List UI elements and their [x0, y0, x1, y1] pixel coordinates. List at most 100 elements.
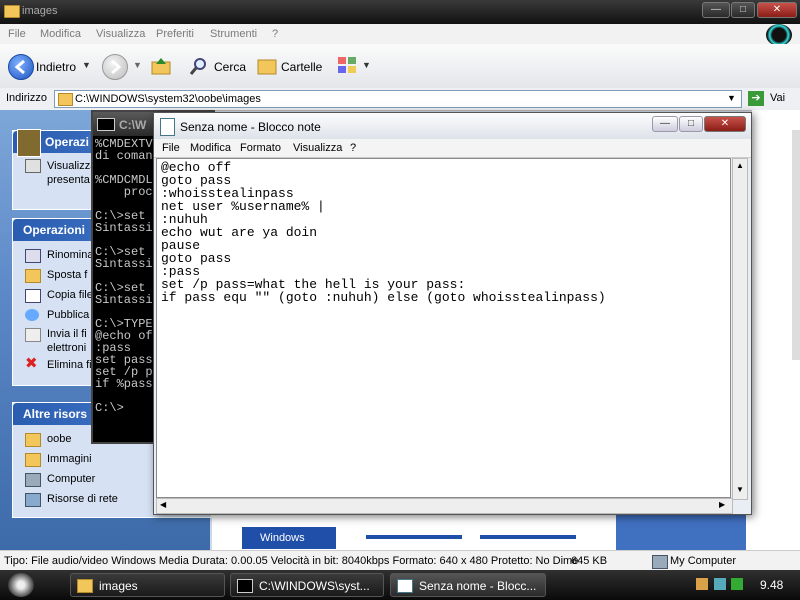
rename-icon [25, 249, 41, 263]
np-menu-formato[interactable]: Formato [240, 142, 281, 154]
address-value: C:\WINDOWS\system32\oobe\images [75, 93, 261, 105]
scrollbar[interactable] [792, 130, 800, 360]
close-button[interactable]: ✕ [757, 2, 797, 18]
copy-icon [25, 289, 41, 303]
envelope-icon [25, 328, 41, 342]
folders-icon[interactable] [256, 56, 278, 76]
folders-label[interactable]: Cartelle [281, 60, 322, 74]
folder-icon [25, 433, 41, 447]
network-icon [25, 493, 41, 507]
explorer-toolbar: Indietro ▼ ▼ Cerca Cartelle ▼ [0, 44, 800, 89]
np-menu-help[interactable]: ? [350, 142, 356, 154]
taskbar-item-cmd[interactable]: C:\WINDOWS\syst... [230, 573, 384, 597]
menu-preferiti[interactable]: Preferiti [156, 28, 194, 40]
address-input[interactable]: C:\WINDOWS\system32\oobe\images ▼ [54, 90, 742, 108]
menu-visualizza[interactable]: Visualizza [96, 28, 145, 40]
thumbnail-bar [366, 535, 462, 539]
tray-icon[interactable] [696, 578, 708, 590]
folder-icon [4, 5, 20, 18]
explorer-title: images [22, 5, 58, 17]
taskbar-item-images[interactable]: images [70, 573, 225, 597]
notepad-icon [160, 118, 175, 136]
explorer-titlebar: images — □ ✕ [0, 0, 800, 24]
go-arrow-icon[interactable]: ➔ [748, 91, 764, 106]
go-label[interactable]: Vai [770, 92, 785, 104]
windows-thumbnail[interactable]: Windows [242, 527, 336, 549]
cmd-icon [237, 579, 253, 593]
explorer-menubar: File Modifica Visualizza Preferiti Strum… [0, 24, 800, 45]
start-button[interactable] [8, 573, 34, 597]
search-label[interactable]: Cerca [214, 60, 246, 74]
np-menu-modifica[interactable]: Modifica [190, 142, 231, 154]
folder-icon [77, 579, 93, 593]
folder-icon [58, 93, 73, 106]
text-line: echo wut are ya doin [161, 225, 318, 240]
thumbnail-image[interactable] [616, 515, 746, 550]
address-bar: Indirizzo C:\WINDOWS\system32\oobe\image… [0, 88, 800, 111]
slideshow-icon [25, 159, 41, 173]
forward-button[interactable] [102, 54, 128, 80]
back-label: Indietro [36, 60, 77, 74]
notepad-titlebar[interactable]: Senza nome - Blocco note — □ ✕ [154, 113, 751, 139]
scroll-right-icon[interactable]: ▶ [719, 500, 725, 509]
address-dropdown-icon[interactable]: ▼ [727, 93, 736, 103]
back-button[interactable] [8, 54, 34, 80]
views-dropdown-icon[interactable]: ▼ [362, 60, 371, 70]
folder-up-icon[interactable] [150, 56, 172, 76]
clock[interactable]: 9.48 [760, 578, 783, 592]
text-line: @echo off [161, 160, 232, 175]
text-line: pause [161, 238, 201, 253]
notepad-horizontal-scrollbar[interactable]: ◀ ▶ [156, 498, 733, 514]
menu-strumenti[interactable]: Strumenti [210, 28, 257, 40]
tray-security-icon[interactable] [731, 578, 743, 590]
computer-icon [25, 473, 41, 487]
cmd-icon [97, 118, 115, 131]
move-icon [25, 269, 41, 283]
forward-dropdown-icon[interactable]: ▼ [133, 60, 142, 70]
status-bar: Tipo: File audio/video Windows Media Dur… [0, 550, 800, 571]
scroll-up-icon[interactable]: ▲ [736, 161, 744, 170]
notepad-maximize-button[interactable]: □ [679, 116, 703, 132]
search-icon[interactable] [188, 56, 208, 76]
back-dropdown-icon[interactable]: ▼ [82, 60, 91, 70]
computer-icon [652, 555, 668, 569]
minimize-button[interactable]: — [702, 2, 730, 18]
text-line: if pass equ "" (goto :nuhuh) else (goto … [161, 290, 606, 305]
maximize-button[interactable]: □ [731, 2, 755, 18]
cmd-title: C:\W [119, 118, 147, 132]
arrow-right-icon [111, 59, 122, 75]
file-list-area[interactable] [752, 110, 800, 550]
scroll-left-icon[interactable]: ◀ [160, 500, 166, 509]
scroll-down-icon[interactable]: ▼ [736, 485, 744, 494]
tray-network-icon[interactable] [714, 578, 726, 590]
address-label: Indirizzo [6, 92, 47, 104]
np-menu-file[interactable]: File [162, 142, 180, 154]
status-size: 645 KB [571, 555, 608, 567]
notepad-close-button[interactable]: ✕ [704, 116, 746, 132]
arrow-left-icon [14, 59, 25, 75]
windows-logo-icon [766, 24, 792, 46]
thumbnail-strip: Windows [212, 515, 752, 550]
pictures-folder-icon [25, 453, 41, 467]
notepad-menubar: File Modifica Formato Visualizza ? [154, 139, 751, 158]
menu-modifica[interactable]: Modifica [40, 28, 81, 40]
notepad-window[interactable]: Senza nome - Blocco note — □ ✕ File Modi… [153, 112, 752, 515]
status-file-info: Tipo: File audio/video Windows Media Dur… [4, 555, 579, 567]
delete-icon: ✖ [25, 355, 38, 372]
taskbar-item-notepad[interactable]: Senza nome - Blocc... [390, 573, 546, 597]
thumbnail-bar [480, 535, 576, 539]
notepad-vertical-scrollbar[interactable]: ▲ ▼ [732, 158, 748, 500]
globe-icon [25, 309, 39, 321]
notepad-text-area[interactable]: @echo off goto pass:whoisstealinpass net u… [156, 158, 731, 498]
status-zone: My Computer [670, 555, 737, 567]
notepad-icon [397, 579, 413, 593]
np-menu-visualizza[interactable]: Visualizza [293, 142, 342, 154]
notepad-minimize-button[interactable]: — [652, 116, 678, 132]
taskbar: images C:\WINDOWS\syst... Senza nome - B… [0, 570, 800, 600]
notepad-title: Senza nome - Blocco note [180, 120, 321, 134]
text-line: goto pass [161, 251, 232, 266]
views-icon[interactable] [337, 56, 361, 76]
menu-help[interactable]: ? [272, 28, 278, 40]
image-thumbnail-icon [17, 129, 41, 157]
menu-file[interactable]: File [8, 28, 26, 40]
